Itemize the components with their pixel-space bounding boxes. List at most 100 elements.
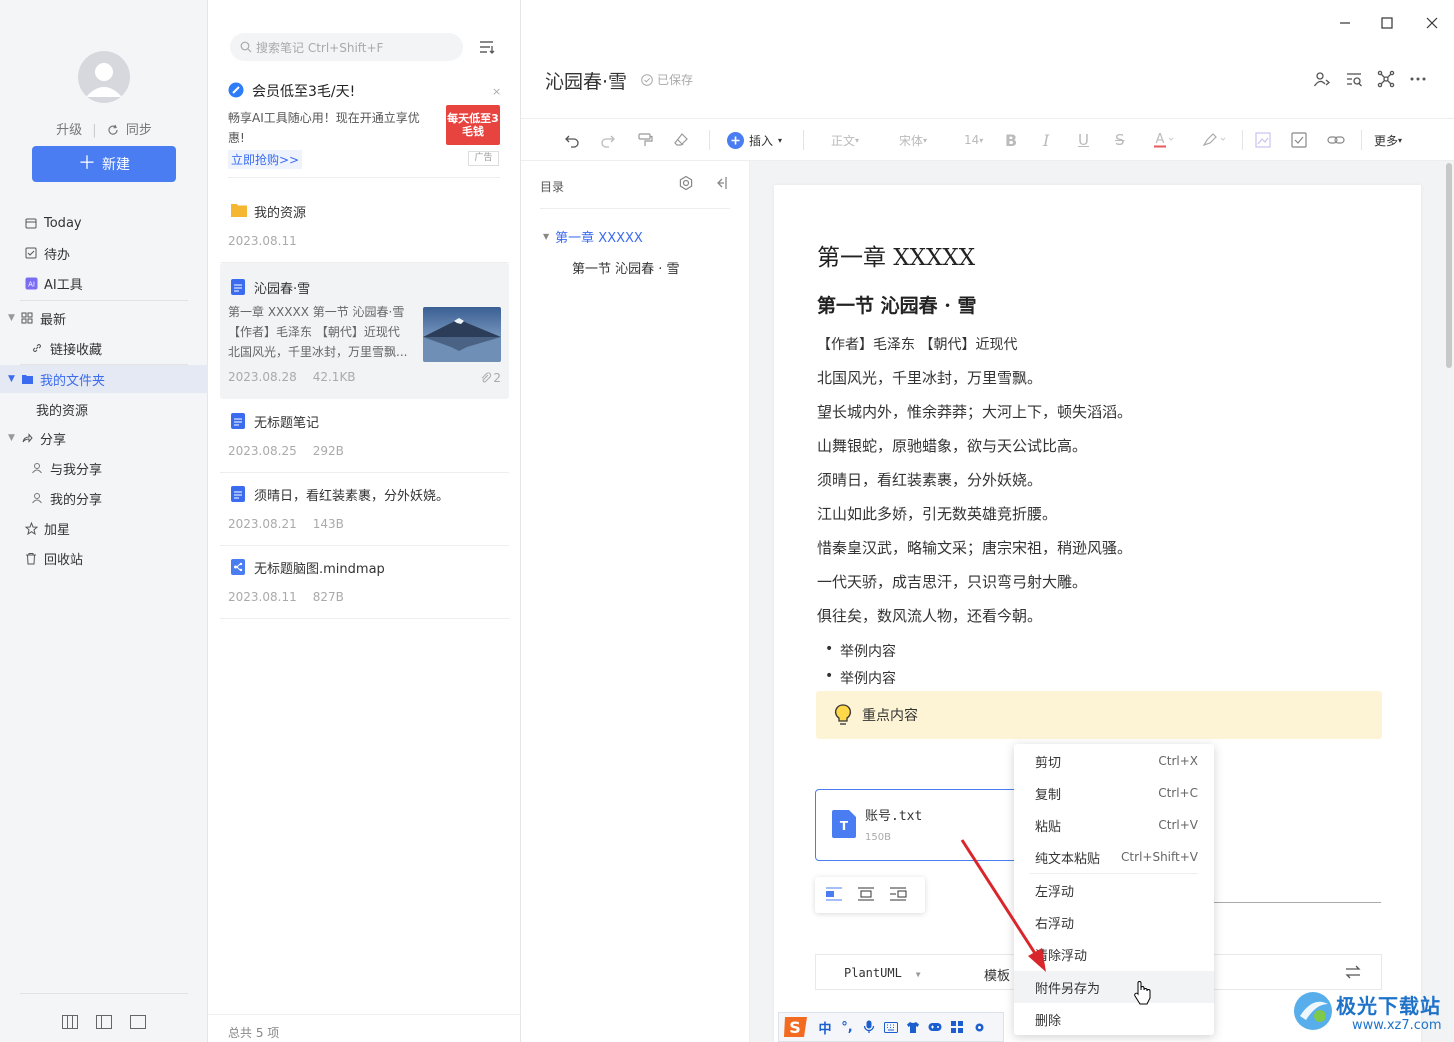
author-line[interactable]: 【作者】毛泽东 【朝代】近现代	[817, 334, 1017, 354]
heading-1[interactable]: 第一章 XXXXX	[817, 238, 975, 272]
settings-icon[interactable]	[678, 175, 694, 191]
paragraph-style-select[interactable]: 正文 ▾	[831, 130, 859, 150]
list-item-selected[interactable]: 沁园春·雪 第一章 XXXXX 第一节 沁园春·雪【作者】毛泽东 【朝代】近现代…	[220, 263, 509, 399]
align-left-icon[interactable]	[825, 887, 843, 903]
bullet-item[interactable]: 举例内容	[825, 641, 896, 661]
two-column-view-icon[interactable]	[94, 1012, 114, 1032]
highlight-icon[interactable]	[1201, 130, 1227, 150]
three-column-view-icon[interactable]	[60, 1012, 80, 1032]
sidebar-item-my-resources[interactable]: 我的资源	[0, 395, 208, 423]
bold-icon[interactable]: B	[1005, 130, 1017, 150]
poem-line[interactable]: 望长城内外，惟余莽莽；大河上下，顿失滔滔。	[817, 401, 1132, 422]
chevron-down-icon[interactable]: ▼	[8, 433, 20, 443]
chevron-down-icon[interactable]: ▼	[543, 232, 549, 241]
sidebar-item-ai-tools[interactable]: AI AI工具	[0, 269, 208, 297]
sidebar-item-recent[interactable]: ▼ 最新	[0, 304, 208, 332]
redo-icon[interactable]	[600, 130, 616, 150]
font-color-icon[interactable]: A	[1153, 130, 1175, 150]
sidebar-item-link-favorites[interactable]: 链接收藏	[0, 334, 208, 362]
insert-button[interactable]: 插入 ▾	[727, 130, 782, 150]
chevron-down-icon[interactable]: ▼	[8, 374, 20, 384]
menu-item-cut[interactable]: 剪切 Ctrl+X	[1014, 745, 1214, 777]
punctuation-icon[interactable]: °,	[839, 1019, 855, 1035]
format-painter-icon[interactable]	[637, 130, 653, 150]
note-title-heading[interactable]: 沁园春·雪	[545, 67, 627, 94]
more-button[interactable]: 更多 ▾	[1374, 130, 1402, 150]
list-item[interactable]: 须晴日，看红装素裹，分外妖娆。 2023.08.21 143B	[220, 473, 509, 546]
image-icon[interactable]	[1255, 130, 1271, 150]
font-size-select[interactable]: 14 ▾	[964, 130, 983, 150]
sidebar-item-today[interactable]: Today	[0, 209, 208, 237]
close-icon[interactable]	[1423, 14, 1441, 32]
check-circle-icon	[641, 73, 653, 86]
poem-line[interactable]: 俱往矣，数风流人物，还看今朝。	[817, 605, 1042, 626]
more-icon[interactable]	[1409, 70, 1427, 88]
sogou-logo[interactable]: S	[781, 1013, 811, 1041]
link-icon[interactable]	[1327, 130, 1345, 150]
strikethrough-icon[interactable]: S	[1115, 130, 1125, 150]
italic-icon[interactable]: I	[1043, 130, 1049, 150]
sidebar-item-starred[interactable]: 加星	[0, 514, 208, 542]
menu-item-delete[interactable]: 删除	[1014, 1003, 1214, 1035]
find-in-note-icon[interactable]	[1345, 70, 1363, 88]
highlight-callout[interactable]: 重点内容	[816, 691, 1382, 739]
eraser-icon[interactable]	[673, 130, 689, 150]
share-user-icon[interactable]	[1313, 70, 1331, 88]
undo-icon[interactable]	[564, 130, 580, 150]
sync-link[interactable]: 同步	[126, 119, 152, 138]
promo-banner[interactable]: 会员低至3毛/天! × 畅享AI工具随心用！现在开通立享优惠! 立即抢购>> 每…	[228, 78, 501, 178]
sidebar-item-share[interactable]: ▼ 分享	[0, 424, 208, 452]
list-item[interactable]: 无标题脑图.mindmap 2023.08.11 827B	[220, 546, 509, 619]
poem-line[interactable]: 一代天骄，成吉思汗，只识弯弓射大雕。	[817, 571, 1087, 592]
menu-item-copy[interactable]: 复制 Ctrl+C	[1014, 777, 1214, 809]
skin-icon[interactable]	[905, 1019, 921, 1035]
underline-icon[interactable]: U	[1078, 130, 1089, 150]
ime-mode[interactable]: 中	[817, 1019, 833, 1037]
scrollbar[interactable]	[1446, 163, 1452, 368]
sidebar-item-shared-with-me[interactable]: 与我分享	[0, 454, 208, 482]
poem-line[interactable]: 北国风光，千里冰封，万里雪飘。	[817, 367, 1042, 388]
gamepad-icon[interactable]	[927, 1019, 943, 1035]
list-item[interactable]: 无标题笔记 2023.08.25 292B	[220, 400, 509, 473]
keyboard-icon[interactable]	[883, 1019, 899, 1035]
upgrade-link[interactable]: 升级	[56, 119, 82, 138]
apps-grid-icon[interactable]	[949, 1019, 965, 1035]
sidebar-item-label: 最新	[40, 312, 67, 328]
outline-item-chapter[interactable]: ▼ 第一章 XXXXX	[543, 227, 643, 246]
new-note-button[interactable]: ＋ 新建	[32, 146, 176, 182]
menu-item-label: 剪切	[1035, 755, 1062, 771]
promo-buy-link[interactable]: 立即抢购>>	[228, 150, 303, 169]
language-select[interactable]: PlantUML ▼	[844, 966, 921, 980]
chevron-down-icon[interactable]: ▼	[8, 313, 20, 323]
sidebar-item-trash[interactable]: 回收站	[0, 544, 208, 572]
maximize-icon[interactable]	[1378, 14, 1396, 32]
mindmap-icon[interactable]	[1377, 70, 1395, 88]
heading-2[interactable]: 第一节 沁园春 · 雪	[817, 291, 976, 318]
poem-line[interactable]: 须晴日，看红装素裹，分外妖娆。	[817, 469, 1042, 490]
align-center-icon[interactable]	[857, 887, 875, 903]
minimize-icon[interactable]	[1336, 14, 1354, 32]
poem-line[interactable]: 山舞银蛇，原驰蜡象，欲与天公试比高。	[817, 435, 1087, 456]
poem-line[interactable]: 江山如此多娇，引无数英雄竞折腰。	[817, 503, 1057, 524]
note-title: 沁园春·雪	[254, 282, 311, 297]
todo-checkbox-icon[interactable]	[1291, 130, 1307, 150]
sync-icon[interactable]	[107, 124, 119, 136]
avatar[interactable]	[78, 51, 130, 103]
sidebar-item-my-folders[interactable]: ▼ 我的文件夹	[0, 365, 208, 393]
search-input[interactable]: 搜索笔记 Ctrl+Shift+F	[230, 33, 463, 61]
sort-icon[interactable]	[478, 38, 496, 56]
font-family-select[interactable]: 宋体 ▾	[899, 130, 927, 150]
poem-line[interactable]: 惜秦皇汉武，略输文采；唐宗宋祖，稍逊风骚。	[817, 537, 1132, 558]
outline-item-section[interactable]: 第一节 沁园春 · 雪	[572, 258, 680, 277]
swap-icon[interactable]	[1344, 964, 1362, 980]
bullet-item[interactable]: 举例内容	[825, 668, 896, 688]
align-right-icon[interactable]	[889, 887, 907, 903]
microphone-icon[interactable]	[861, 1019, 877, 1035]
settings-gear-icon[interactable]	[971, 1019, 987, 1035]
sidebar-item-my-shares[interactable]: 我的分享	[0, 484, 208, 512]
list-item[interactable]: 我的资源 2023.08.11	[220, 190, 509, 263]
sidebar-item-todo[interactable]: 待办	[0, 239, 208, 267]
close-icon[interactable]: ×	[492, 85, 501, 98]
single-view-icon[interactable]	[128, 1012, 148, 1032]
collapse-panel-icon[interactable]	[713, 175, 729, 191]
